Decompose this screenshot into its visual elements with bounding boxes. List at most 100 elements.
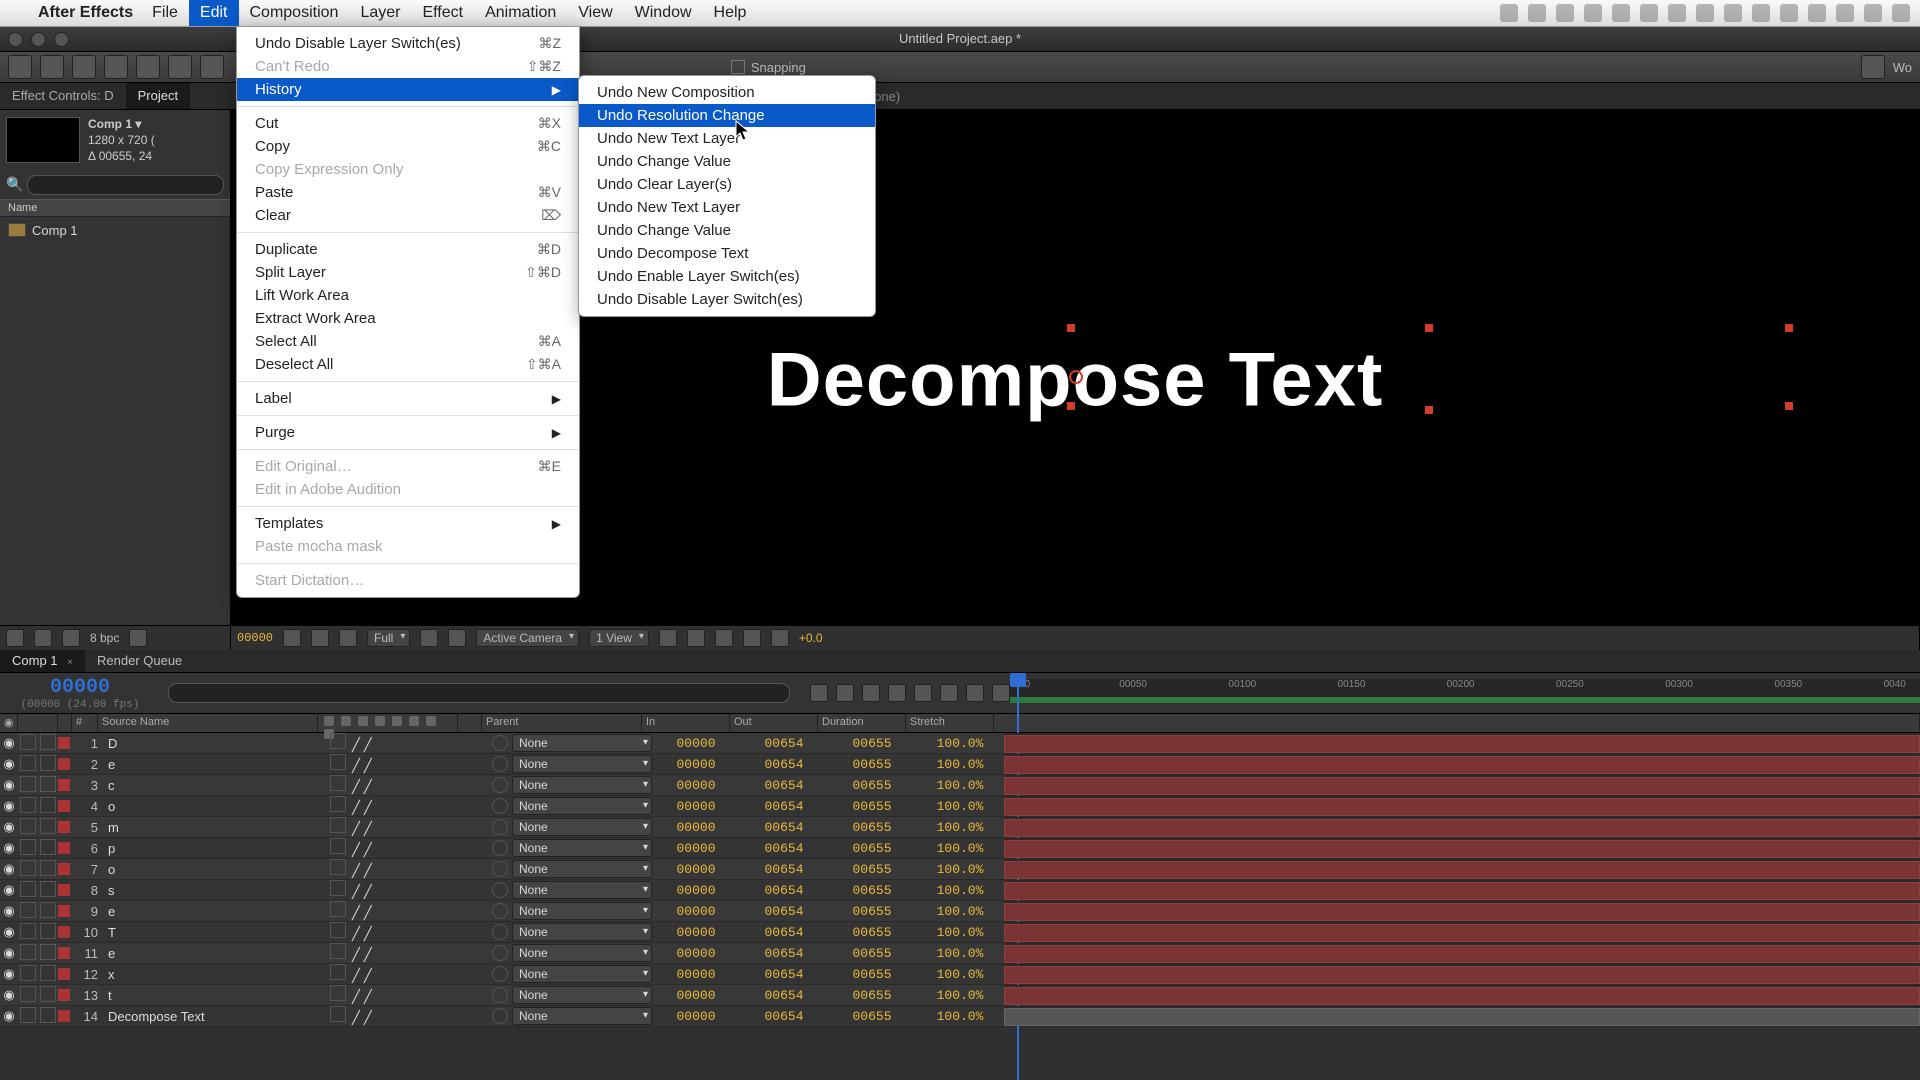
layer-switches[interactable]: ╱╱ xyxy=(328,922,468,942)
parent-dropdown[interactable]: None xyxy=(512,923,652,941)
layer-out[interactable]: 00654 xyxy=(740,862,828,877)
layer-duration-bar[interactable] xyxy=(1004,945,1920,963)
shy-switch[interactable] xyxy=(330,880,346,896)
lock-toggle[interactable] xyxy=(40,839,56,855)
tab-render-queue[interactable]: Render Queue xyxy=(85,650,194,672)
quality-icon[interactable]: ╱ xyxy=(352,884,360,899)
project-search-input[interactable] xyxy=(27,175,224,195)
lock-toggle[interactable] xyxy=(40,818,56,834)
solo-toggle[interactable] xyxy=(20,839,36,855)
layer-duration-bar[interactable] xyxy=(1004,819,1920,837)
layer-row[interactable]: ◉5m╱╱None000000065400655100.0% xyxy=(0,817,1920,838)
menu-edit[interactable]: Edit xyxy=(189,0,239,26)
visibility-toggle-icon[interactable]: ◉ xyxy=(0,945,18,961)
menu-animation[interactable]: Animation xyxy=(474,0,567,26)
visibility-toggle-icon[interactable]: ◉ xyxy=(0,756,18,772)
layer-in[interactable]: 00000 xyxy=(652,988,740,1003)
workspace-label[interactable]: Wo xyxy=(1893,60,1912,75)
parent-dropdown[interactable]: None xyxy=(512,797,652,815)
layer-stretch[interactable]: 100.0% xyxy=(916,967,1004,982)
layer-out[interactable]: 00654 xyxy=(740,799,828,814)
layer-duration[interactable]: 00655 xyxy=(828,1009,916,1024)
visibility-toggle-icon[interactable]: ◉ xyxy=(0,966,18,982)
pickwhip-icon[interactable] xyxy=(492,966,508,982)
timeline-search-input[interactable] xyxy=(168,683,790,703)
layer-bar-area[interactable] xyxy=(1004,775,1920,795)
menubar-extra-icon[interactable] xyxy=(1836,4,1854,22)
layer-out[interactable]: 00654 xyxy=(740,904,828,919)
layer-row[interactable]: ◉12x╱╱None000000065400655100.0% xyxy=(0,964,1920,985)
label-color-swatch[interactable] xyxy=(58,779,70,791)
col-in[interactable]: In xyxy=(642,714,730,732)
continuous-raster-icon[interactable]: ╱ xyxy=(364,842,372,857)
layer-bar-area[interactable] xyxy=(1004,985,1920,1005)
menubar-notifications-icon[interactable] xyxy=(1892,4,1910,22)
solo-toggle[interactable] xyxy=(20,818,36,834)
layer-out[interactable]: 00654 xyxy=(740,757,828,772)
snapping-checkbox-icon[interactable] xyxy=(731,60,745,74)
layer-row[interactable]: ◉7o╱╱None000000065400655100.0% xyxy=(0,859,1920,880)
quality-icon[interactable]: ╱ xyxy=(352,968,360,983)
shy-switch[interactable] xyxy=(330,964,346,980)
lock-toggle[interactable] xyxy=(40,734,56,750)
frame-blend-icon[interactable] xyxy=(888,684,906,702)
menu-file[interactable]: File xyxy=(141,0,189,26)
snapping-toggle[interactable]: Snapping xyxy=(731,60,806,75)
bpc-label[interactable]: 8 bpc xyxy=(90,631,119,645)
work-area-bar[interactable] xyxy=(1010,697,1920,703)
delete-icon[interactable] xyxy=(129,629,147,647)
views-dropdown[interactable]: 1 View xyxy=(589,629,649,647)
menu-duplicate[interactable]: Duplicate ⌘D xyxy=(237,238,579,261)
quality-icon[interactable]: ╱ xyxy=(352,863,360,878)
new-folder-icon[interactable] xyxy=(34,629,52,647)
layer-out[interactable]: 00654 xyxy=(740,925,828,940)
continuous-raster-icon[interactable]: ╱ xyxy=(364,1010,372,1025)
layer-duration-bar[interactable] xyxy=(1004,1008,1920,1026)
app-name[interactable]: After Effects xyxy=(38,4,133,22)
lock-toggle[interactable] xyxy=(40,923,56,939)
menubar-extra-icon[interactable] xyxy=(1780,4,1798,22)
layer-switches[interactable]: ╱╱ xyxy=(328,943,468,963)
history-item[interactable]: Undo Change Value xyxy=(579,219,875,242)
layer-switches[interactable]: ╱╱ xyxy=(328,859,468,879)
history-item[interactable]: Undo Disable Layer Switch(es) xyxy=(579,288,875,311)
layer-duration[interactable]: 00655 xyxy=(828,904,916,919)
pickwhip-icon[interactable] xyxy=(492,924,508,940)
continuous-raster-icon[interactable]: ╱ xyxy=(364,863,372,878)
shy-switch[interactable] xyxy=(330,733,346,749)
quality-icon[interactable]: ╱ xyxy=(352,989,360,1004)
menu-lift-work-area[interactable]: Lift Work Area xyxy=(237,284,579,307)
layer-stretch[interactable]: 100.0% xyxy=(916,820,1004,835)
parent-dropdown[interactable]: None xyxy=(512,818,652,836)
menu-deselect-all[interactable]: Deselect All ⇧⌘A xyxy=(237,353,579,376)
shy-switch[interactable] xyxy=(330,943,346,959)
layer-row[interactable]: ◉9e╱╱None000000065400655100.0% xyxy=(0,901,1920,922)
layer-name[interactable]: c xyxy=(104,778,328,793)
history-item[interactable]: Undo New Text Layer xyxy=(579,196,875,219)
lock-toggle[interactable] xyxy=(40,944,56,960)
layer-duration-bar[interactable] xyxy=(1004,882,1920,900)
layer-duration[interactable]: 00655 xyxy=(828,967,916,982)
layer-duration[interactable]: 00655 xyxy=(828,736,916,751)
solo-toggle[interactable] xyxy=(20,923,36,939)
shy-switch[interactable] xyxy=(330,796,346,812)
layer-row[interactable]: ◉3c╱╱None000000065400655100.0% xyxy=(0,775,1920,796)
layer-duration-bar[interactable] xyxy=(1004,861,1920,879)
layer-name[interactable]: p xyxy=(104,841,328,856)
shy-switch[interactable] xyxy=(330,859,346,875)
layer-out[interactable]: 00654 xyxy=(740,988,828,1003)
menubar-extra-icon[interactable] xyxy=(1556,4,1574,22)
rotate-tool-icon[interactable] xyxy=(104,55,128,79)
project-list[interactable]: Comp 1 xyxy=(0,217,230,625)
layer-name[interactable]: e xyxy=(104,946,328,961)
quality-icon[interactable]: ╱ xyxy=(352,800,360,815)
layer-stretch[interactable]: 100.0% xyxy=(916,925,1004,940)
layer-out[interactable]: 00654 xyxy=(740,736,828,751)
menu-history[interactable]: History ▶ xyxy=(237,78,579,101)
lock-toggle[interactable] xyxy=(40,797,56,813)
menubar-extra-icon[interactable] xyxy=(1584,4,1602,22)
current-time-display[interactable]: 00000 (00000 (24.00 fps) xyxy=(0,676,160,711)
menubar-extra-icon[interactable] xyxy=(1724,4,1742,22)
parent-dropdown[interactable]: None xyxy=(512,734,652,752)
layer-duration[interactable]: 00655 xyxy=(828,757,916,772)
